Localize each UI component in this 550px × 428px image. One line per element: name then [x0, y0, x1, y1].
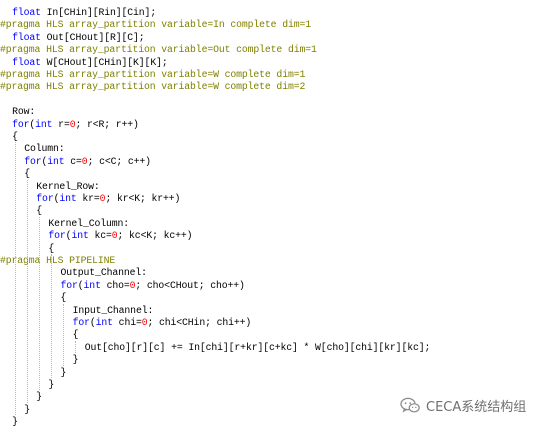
code-line: { [36, 204, 42, 217]
code-line: for(int kr=0; kr<K; kr++) [36, 192, 180, 205]
code-line: } [48, 378, 54, 391]
indent-guide [38, 216, 40, 391]
indent-guide [63, 303, 64, 366]
code-line: float W[CHout][CHin][K][K]; [12, 56, 168, 69]
code-token: } [36, 391, 43, 403]
code-token: int [71, 230, 89, 242]
code-token: { [60, 292, 67, 304]
code-token: int [95, 317, 113, 328]
code-token: kc= [88, 230, 112, 242]
code-token: r= [52, 118, 70, 130]
code-line: { [12, 130, 18, 143]
code-token: ; kc<K; kc++) [117, 230, 193, 242]
code-token: In[CHin][Rin][Cin]; [40, 7, 157, 18]
code-token: float [12, 56, 41, 68]
code-token: ; r<R; r++) [75, 118, 139, 130]
code-token: kr= [76, 193, 100, 204]
code-token: for [12, 118, 30, 130]
code-line: for(int chi=0; chi<CHin; chi++) [73, 316, 252, 329]
code-token: ; c<C; c++) [87, 155, 151, 167]
code-line: } [36, 390, 42, 403]
code-token: chi= [112, 317, 142, 328]
code-line: Kernel_Row: [36, 180, 99, 193]
code-line: Input_Channel: [73, 304, 154, 317]
code-token: Kernel_Column: [48, 217, 130, 229]
code-line: for(int r=0; r<R; r++) [12, 118, 139, 131]
code-token: float [12, 31, 41, 43]
code-token: int [47, 155, 65, 167]
code-line: for(int cho=0; cho<CHout; cho++) [61, 279, 245, 292]
code-token: } [12, 416, 18, 428]
code-line: } [73, 353, 79, 366]
code-token: { [24, 168, 30, 180]
code-token: W[CHout][CHin][K][K]; [40, 56, 168, 68]
code-token: int [35, 118, 53, 130]
code-token: Input_Channel: [72, 304, 154, 316]
code-line: Row: [12, 105, 35, 118]
code-token: float [12, 7, 41, 18]
indent-guide [50, 254, 52, 378]
code-line: Out[cho][r][c] += In[chi][r+kr][c+kc] * … [85, 341, 431, 354]
wechat-icon [400, 397, 420, 414]
code-line: } [24, 403, 30, 416]
code-token: #pragma HLS array_partition variable=In … [0, 19, 311, 31]
watermark-text: CECA系统结构组 [426, 399, 527, 415]
indent-guide [26, 179, 28, 403]
code-token: Column: [24, 143, 65, 155]
code-token: } [48, 379, 55, 390]
code-line: float Out[CHout][R][C]; [12, 31, 145, 44]
code-line: { [48, 242, 54, 255]
code-token: } [60, 366, 67, 378]
code-token: } [24, 403, 30, 415]
code-line: #pragma HLS PIPELINE [0, 254, 115, 267]
code-line: } [61, 366, 67, 379]
code-token: #pragma HLS PIPELINE [0, 255, 116, 266]
code-token: for [36, 193, 54, 204]
code-line: float In[CHin][Rin][Cin]; [12, 6, 156, 19]
code-token: { [48, 242, 55, 254]
code-token: #pragma HLS array_partition variable=Out… [0, 44, 317, 56]
code-token: { [36, 205, 43, 217]
code-token: Kernel_Row: [36, 180, 100, 192]
code-token: ; cho<CHout; cho++) [135, 279, 245, 291]
code-line: Kernel_Column: [48, 217, 129, 230]
code-viewer: float In[CHin][Rin][Cin]; #pragma HLS arr… [0, 0, 550, 428]
code-line: Column: [24, 142, 64, 155]
code-token: cho= [100, 279, 130, 291]
code-token: #pragma HLS array_partition variable=W c… [0, 81, 306, 93]
code-token: for [60, 279, 78, 291]
code-token: int [59, 193, 77, 204]
code-token: Out[CHout][R][C]; [40, 31, 145, 43]
code-token: int [83, 279, 101, 291]
code-line: { [73, 328, 79, 341]
code-token: Out[cho][r][c] += In[chi][r+kr][c+kc] * … [84, 341, 431, 353]
code-line: } [12, 415, 18, 428]
code-line: #pragma HLS array_partition variable=In … [0, 18, 311, 31]
code-token: { [72, 329, 79, 341]
code-token: #pragma HLS array_partition variable=W c… [0, 69, 306, 80]
code-line: for(int kc=0; kc<K; kc++) [48, 229, 192, 242]
code-token: for [24, 155, 42, 167]
indent-guide [75, 340, 77, 354]
code-token: { [12, 131, 18, 142]
indent-guide [14, 142, 16, 416]
code-token: } [72, 354, 79, 366]
code-line: Output_Channel: [60, 266, 148, 279]
code-line: #pragma HLS array_partition variable=Out… [0, 43, 317, 56]
code-token: Output_Channel: [60, 267, 148, 279]
code-token: for [48, 230, 66, 242]
code-token: for [72, 317, 90, 328]
code-token: c= [64, 155, 82, 167]
code-token: ; chi<CHin; chi++) [147, 317, 252, 328]
code-line: { [61, 291, 67, 304]
code-token: Row: [12, 106, 36, 118]
code-line: for(int c=0; c<C; c++) [24, 155, 151, 168]
code-token: ; kr<K; kr++) [105, 193, 181, 204]
code-line: { [24, 167, 30, 180]
code-line: #pragma HLS array_partition variable=W c… [0, 80, 305, 93]
code-line: #pragma HLS array_partition variable=W c… [0, 68, 305, 81]
watermark: CECA系统结构组 [400, 394, 526, 416]
